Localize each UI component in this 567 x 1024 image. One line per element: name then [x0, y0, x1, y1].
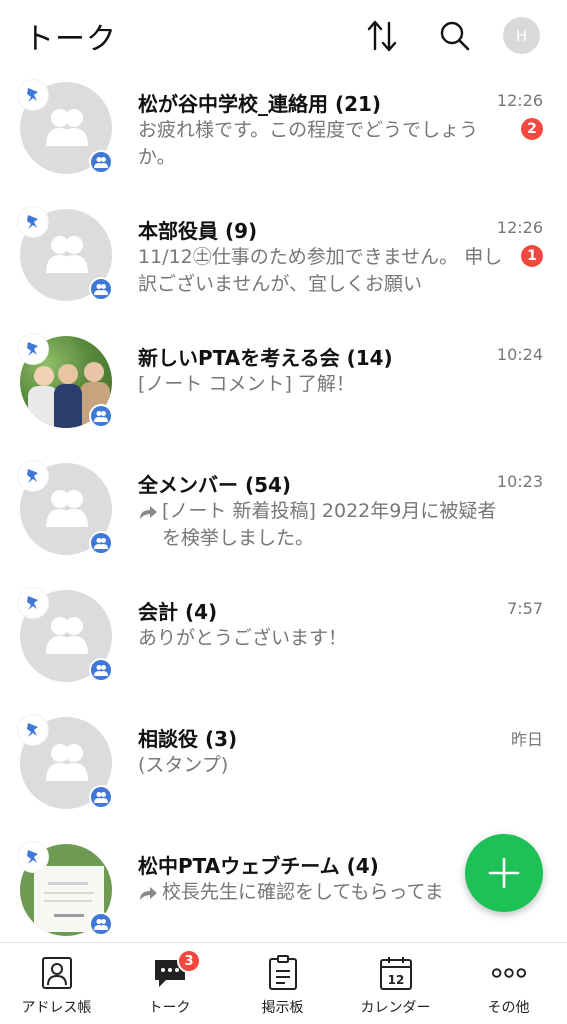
tab-label: カレンダー [360, 1000, 431, 1016]
plus-icon [488, 857, 520, 889]
chat-name: 相談役 (3) [138, 727, 238, 751]
person-icon [46, 490, 88, 527]
pin-icon [18, 588, 48, 618]
chat-time: 7:57 [507, 599, 543, 618]
chat-avatar [18, 207, 114, 303]
person-icon [46, 109, 88, 146]
chat-preview: [ノート コメント] 了解！ [138, 373, 355, 395]
calendar-day: 12 [387, 973, 404, 987]
chat-row[interactable]: 松が谷中学校_連絡用 (21) 12:26 お疲れ様です。この程度でどうでしょう… [0, 72, 567, 198]
chat-avatar [18, 715, 114, 811]
board-icon [265, 955, 301, 991]
chat-avatar [18, 80, 114, 176]
chat-row[interactable]: 会計 (4) 7:57 ありがとうございます！ [0, 580, 567, 706]
calendar-icon: 12 [378, 955, 414, 991]
address-book-icon [39, 955, 75, 991]
app-header: トーク H [0, 0, 567, 72]
unread-badge: 2 [521, 118, 543, 140]
group-icon [89, 912, 113, 936]
pin-icon [18, 461, 48, 491]
chat-preview-text: [ノート 新着投稿] 2022年9月に被疑者を検挙しました。 [162, 500, 497, 549]
tab-calendar[interactable]: 12 カレンダー [339, 943, 452, 1024]
group-icon [89, 404, 113, 428]
group-icon [89, 785, 113, 809]
chat-avatar [18, 334, 114, 430]
chat-time: 10:23 [496, 472, 543, 491]
chat-preview: 校長先生に確認をしてもらってま [138, 879, 508, 906]
sort-button[interactable] [362, 16, 402, 56]
talk-unread-badge: 3 [177, 949, 201, 973]
more-icon [491, 955, 527, 991]
person-icon [46, 744, 88, 781]
pin-icon [18, 715, 48, 745]
chat-time: 10:24 [496, 345, 543, 364]
chat-time: 昨日 [510, 730, 543, 749]
tab-address-book[interactable]: アドレス帳 [0, 943, 113, 1024]
new-chat-button[interactable] [465, 834, 543, 912]
chat-row[interactable]: 新しいPTAを考える会 (14) 10:24 [ノート コメント] 了解！ [0, 326, 567, 452]
tab-label: 掲示板 [261, 1000, 304, 1016]
chat-preview: (スタンプ) [138, 754, 229, 776]
tab-label: トーク [148, 1000, 191, 1016]
chat-name: 松中PTAウェブチーム (4) [138, 854, 379, 878]
tab-label: その他 [487, 1000, 530, 1016]
chat-row[interactable]: 相談役 (3) 昨日 (スタンプ) [0, 707, 567, 833]
chat-row[interactable]: 本部役員 (9) 12:26 11/12㊏仕事のため参加できません。 申し訳ござ… [0, 199, 567, 325]
chat-avatar [18, 842, 114, 938]
chat-time: 12:26 [496, 91, 543, 110]
search-button[interactable] [435, 16, 475, 56]
chat-avatar [18, 461, 114, 557]
tab-talk[interactable]: 3 トーク [113, 943, 226, 1024]
chat-name: 会計 (4) [138, 600, 218, 624]
chat-name: 全メンバー (54) [138, 473, 292, 497]
tab-board[interactable]: 掲示板 [226, 943, 339, 1024]
pin-icon [18, 842, 48, 872]
tab-label: アドレス帳 [21, 1000, 92, 1016]
chat-name: 本部役員 (9) [138, 219, 258, 243]
pin-icon [18, 80, 48, 110]
chat-name: 松が谷中学校_連絡用 (21) [138, 92, 382, 116]
chat-avatar [18, 588, 114, 684]
unread-badge: 1 [521, 245, 543, 267]
group-icon [89, 658, 113, 682]
chat-time: 12:26 [496, 218, 543, 237]
chat-preview: ありがとうございます！ [138, 627, 348, 649]
chat-preview: お疲れ様です。この程度でどうでしょうか。 [138, 119, 479, 168]
person-icon [46, 617, 88, 654]
chat-preview-text: 校長先生に確認をしてもらってま [162, 881, 444, 903]
person-icon [46, 236, 88, 273]
pin-icon [18, 207, 48, 237]
sort-icon [367, 20, 397, 52]
page-title: トーク [24, 22, 117, 57]
chat-name: 新しいPTAを考える会 (14) [138, 346, 393, 370]
chat-row[interactable]: 全メンバー (54) 10:23 [ノート 新着投稿] 2022年9月に被疑者を… [0, 453, 567, 579]
group-icon [89, 531, 113, 555]
chat-preview: [ノート 新着投稿] 2022年9月に被疑者を検挙しました。 [138, 498, 508, 552]
group-icon [89, 277, 113, 301]
tab-more[interactable]: その他 [452, 943, 565, 1024]
forward-icon [140, 887, 157, 900]
search-icon [440, 21, 470, 51]
chat-preview: 11/12㊏仕事のため参加できません。 申し訳ございませんが、宜しくお願い [138, 246, 503, 295]
profile-avatar[interactable]: H [503, 17, 540, 54]
forward-icon [140, 506, 157, 519]
bottom-tab-bar: アドレス帳 3 トーク 掲示板 12 カレンダー その他 [0, 942, 567, 1024]
group-icon [89, 150, 113, 174]
pin-icon [18, 334, 48, 364]
